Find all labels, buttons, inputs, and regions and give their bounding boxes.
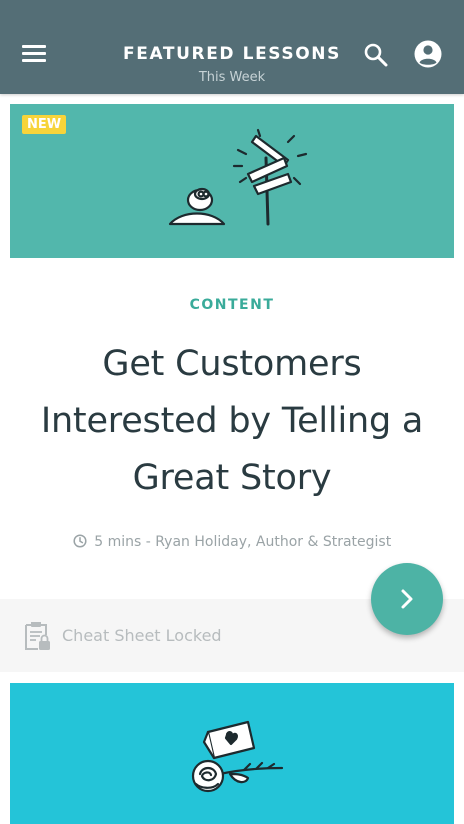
lesson-category: CONTENT <box>189 297 275 313</box>
search-button[interactable] <box>361 40 391 70</box>
lesson-title[interactable]: Get Customers Interested by Telling a Gr… <box>20 336 444 507</box>
lesson-card-image[interactable] <box>10 683 454 824</box>
lesson-meta-text: 5 mins - Ryan Holiday, Author & Strategi… <box>94 534 392 550</box>
locked-clipboard-icon <box>25 622 50 650</box>
page-title: FEATURED LESSONS <box>123 44 341 64</box>
lesson-meta: 5 mins - Ryan Holiday, Author & Strategi… <box>0 534 464 550</box>
rose-letter-illustration <box>191 720 284 793</box>
search-icon <box>364 43 388 67</box>
page-subtitle: This Week <box>198 70 266 85</box>
account-circle-icon <box>414 40 442 68</box>
clock-icon <box>73 534 87 548</box>
account-button[interactable] <box>413 39 443 69</box>
cheat-sheet-label: Cheat Sheet Locked <box>62 626 222 645</box>
signpost-illustration <box>168 128 308 226</box>
new-badge: NEW <box>22 115 67 134</box>
app-bar: FEATURED LESSONS This Week <box>0 0 464 94</box>
lesson-card-image[interactable]: NEW <box>10 104 454 258</box>
next-lesson-button[interactable] <box>371 563 443 635</box>
chevron-right-icon <box>401 589 413 609</box>
